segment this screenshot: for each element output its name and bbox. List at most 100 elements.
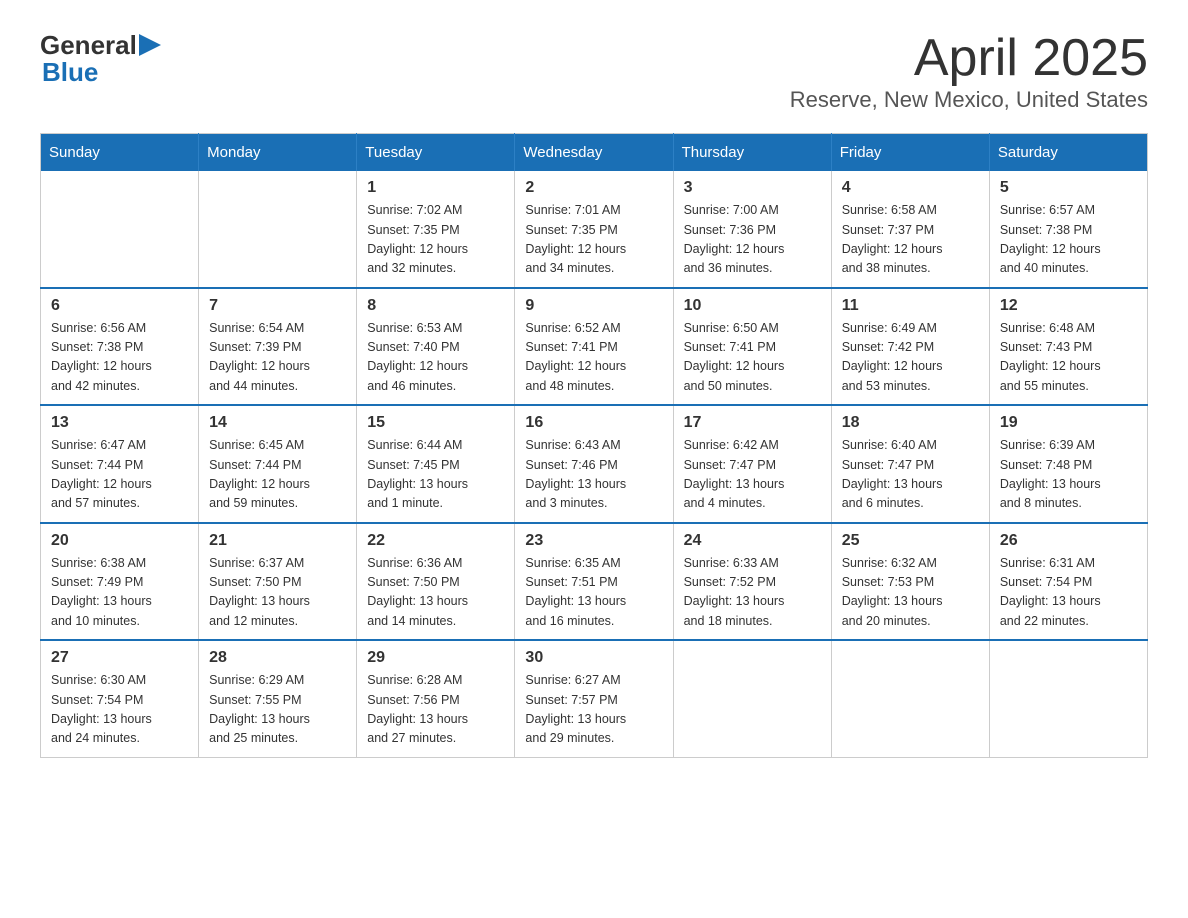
calendar-day-header: Friday [831,134,989,172]
day-number: 20 [51,532,188,550]
calendar-cell: 12 Sunrise: 6:48 AM Sunset: 7:43 PM Dayli… [989,288,1147,406]
day-info: Sunrise: 6:56 AM Sunset: 7:38 PM Dayligh… [51,319,188,397]
day-number: 10 [684,297,821,315]
calendar-week-row: 6 Sunrise: 6:56 AM Sunset: 7:38 PM Daylig… [41,288,1148,406]
calendar-cell: 5 Sunrise: 6:57 AM Sunset: 7:38 PM Daylig… [989,171,1147,288]
day-number: 9 [525,297,662,315]
calendar-cell: 16 Sunrise: 6:43 AM Sunset: 7:46 PM Dayli… [515,405,673,523]
calendar-cell: 25 Sunrise: 6:32 AM Sunset: 7:53 PM Dayli… [831,523,989,641]
day-info: Sunrise: 6:43 AM Sunset: 7:46 PM Dayligh… [525,436,662,514]
day-number: 21 [209,532,346,550]
day-number: 11 [842,297,979,315]
day-info: Sunrise: 6:47 AM Sunset: 7:44 PM Dayligh… [51,436,188,514]
logo-triangle-icon [139,34,161,56]
day-info: Sunrise: 6:40 AM Sunset: 7:47 PM Dayligh… [842,436,979,514]
day-number: 28 [209,649,346,667]
day-info: Sunrise: 6:48 AM Sunset: 7:43 PM Dayligh… [1000,319,1137,397]
calendar-cell: 26Sunrise: 6:31 AM Sunset: 7:54 PM Dayli… [989,523,1147,641]
calendar-cell: 3Sunrise: 7:00 AM Sunset: 7:36 PM Daylig… [673,171,831,288]
day-info: Sunrise: 6:36 AM Sunset: 7:50 PM Dayligh… [367,554,504,632]
calendar-cell: 13 Sunrise: 6:47 AM Sunset: 7:44 PM Dayli… [41,405,199,523]
day-info: Sunrise: 6:57 AM Sunset: 7:38 PM Dayligh… [1000,201,1137,279]
day-number: 14 [209,414,346,432]
calendar-day-header: Monday [199,134,357,172]
calendar-cell [989,640,1147,757]
calendar-cell: 6 Sunrise: 6:56 AM Sunset: 7:38 PM Daylig… [41,288,199,406]
calendar-cell: 7 Sunrise: 6:54 AM Sunset: 7:39 PM Daylig… [199,288,357,406]
calendar-day-header: Thursday [673,134,831,172]
day-number: 19 [1000,414,1137,432]
day-number: 24 [684,532,821,550]
calendar-cell: 24 Sunrise: 6:33 AM Sunset: 7:52 PM Dayli… [673,523,831,641]
day-info: Sunrise: 6:31 AM Sunset: 7:54 PM Dayligh… [1000,554,1137,632]
title-block: April 2025 Reserve, New Mexico, United S… [790,30,1148,113]
day-info: Sunrise: 6:28 AM Sunset: 7:56 PM Dayligh… [367,671,504,749]
calendar-cell: 23Sunrise: 6:35 AM Sunset: 7:51 PM Dayli… [515,523,673,641]
day-info: Sunrise: 6:44 AM Sunset: 7:45 PM Dayligh… [367,436,504,514]
day-number: 5 [1000,179,1137,197]
day-number: 18 [842,414,979,432]
day-number: 8 [367,297,504,315]
calendar-cell [41,171,199,288]
day-info: Sunrise: 6:49 AM Sunset: 7:42 PM Dayligh… [842,319,979,397]
page-title: April 2025 [790,30,1148,87]
day-number: 13 [51,414,188,432]
calendar-cell: 4Sunrise: 6:58 AM Sunset: 7:37 PM Daylig… [831,171,989,288]
page-header: General Blue April 2025 Reserve, New Mex… [40,30,1148,113]
calendar-cell: 27Sunrise: 6:30 AM Sunset: 7:54 PM Dayli… [41,640,199,757]
calendar-day-header: Sunday [41,134,199,172]
day-number: 15 [367,414,504,432]
day-number: 6 [51,297,188,315]
day-info: Sunrise: 7:01 AM Sunset: 7:35 PM Dayligh… [525,201,662,279]
calendar-cell: 30 Sunrise: 6:27 AM Sunset: 7:57 PM Dayli… [515,640,673,757]
calendar-cell: 21 Sunrise: 6:37 AM Sunset: 7:50 PM Dayli… [199,523,357,641]
calendar-cell: 19 Sunrise: 6:39 AM Sunset: 7:48 PM Dayli… [989,405,1147,523]
calendar-cell: 20 Sunrise: 6:38 AM Sunset: 7:49 PM Dayli… [41,523,199,641]
day-info: Sunrise: 6:32 AM Sunset: 7:53 PM Dayligh… [842,554,979,632]
logo: General Blue [40,30,161,88]
day-number: 12 [1000,297,1137,315]
day-info: Sunrise: 6:38 AM Sunset: 7:49 PM Dayligh… [51,554,188,632]
day-info: Sunrise: 6:29 AM Sunset: 7:55 PM Dayligh… [209,671,346,749]
day-number: 4 [842,179,979,197]
calendar-cell: 29 Sunrise: 6:28 AM Sunset: 7:56 PM Dayli… [357,640,515,757]
day-info: Sunrise: 6:35 AM Sunset: 7:51 PM Dayligh… [525,554,662,632]
day-info: Sunrise: 6:39 AM Sunset: 7:48 PM Dayligh… [1000,436,1137,514]
day-number: 7 [209,297,346,315]
calendar-cell: 14Sunrise: 6:45 AM Sunset: 7:44 PM Dayli… [199,405,357,523]
logo-blue-text: Blue [42,57,98,88]
day-info: Sunrise: 6:27 AM Sunset: 7:57 PM Dayligh… [525,671,662,749]
calendar-cell: 18 Sunrise: 6:40 AM Sunset: 7:47 PM Dayli… [831,405,989,523]
day-info: Sunrise: 6:33 AM Sunset: 7:52 PM Dayligh… [684,554,821,632]
day-number: 16 [525,414,662,432]
page-subtitle: Reserve, New Mexico, United States [790,87,1148,113]
calendar-cell: 9 Sunrise: 6:52 AM Sunset: 7:41 PM Daylig… [515,288,673,406]
day-info: Sunrise: 6:54 AM Sunset: 7:39 PM Dayligh… [209,319,346,397]
day-number: 29 [367,649,504,667]
day-info: Sunrise: 6:37 AM Sunset: 7:50 PM Dayligh… [209,554,346,632]
calendar-cell: 2 Sunrise: 7:01 AM Sunset: 7:35 PM Daylig… [515,171,673,288]
day-info: Sunrise: 7:02 AM Sunset: 7:35 PM Dayligh… [367,201,504,279]
calendar-week-row: 13 Sunrise: 6:47 AM Sunset: 7:44 PM Dayli… [41,405,1148,523]
calendar-week-row: 27Sunrise: 6:30 AM Sunset: 7:54 PM Dayli… [41,640,1148,757]
day-number: 3 [684,179,821,197]
calendar-cell [831,640,989,757]
day-number: 1 [367,179,504,197]
calendar-cell [673,640,831,757]
calendar-cell: 22Sunrise: 6:36 AM Sunset: 7:50 PM Dayli… [357,523,515,641]
day-number: 25 [842,532,979,550]
calendar-week-row: 1 Sunrise: 7:02 AM Sunset: 7:35 PM Daylig… [41,171,1148,288]
calendar-cell: 17Sunrise: 6:42 AM Sunset: 7:47 PM Dayli… [673,405,831,523]
calendar-cell: 28 Sunrise: 6:29 AM Sunset: 7:55 PM Dayli… [199,640,357,757]
calendar-cell [199,171,357,288]
calendar-table: SundayMondayTuesdayWednesdayThursdayFrid… [40,133,1148,758]
calendar-day-header: Tuesday [357,134,515,172]
day-info: Sunrise: 6:52 AM Sunset: 7:41 PM Dayligh… [525,319,662,397]
calendar-cell: 8Sunrise: 6:53 AM Sunset: 7:40 PM Daylig… [357,288,515,406]
calendar-cell: 1 Sunrise: 7:02 AM Sunset: 7:35 PM Daylig… [357,171,515,288]
calendar-day-header: Wednesday [515,134,673,172]
day-number: 30 [525,649,662,667]
calendar-week-row: 20 Sunrise: 6:38 AM Sunset: 7:49 PM Dayli… [41,523,1148,641]
day-info: Sunrise: 6:50 AM Sunset: 7:41 PM Dayligh… [684,319,821,397]
day-number: 2 [525,179,662,197]
